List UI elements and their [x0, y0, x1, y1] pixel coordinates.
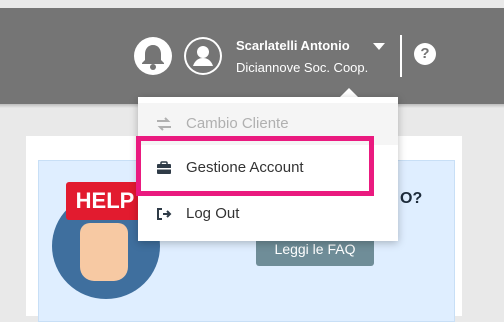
user-avatar-icon[interactable] [184, 37, 222, 75]
user-company[interactable]: Diciannove Soc. Coop. [236, 60, 368, 75]
pointing-hand-illustration [80, 223, 128, 281]
help-sign: HELP [66, 182, 144, 220]
chevron-down-icon[interactable] [373, 43, 385, 50]
menu-item-log-out[interactable]: Log Out [138, 193, 398, 235]
sign-out-icon [157, 208, 172, 220]
help-icon[interactable]: ? [414, 43, 436, 65]
header-divider [400, 35, 402, 77]
faq-title-fragment: O? [400, 190, 423, 207]
bell-icon[interactable] [134, 37, 172, 75]
swap-arrows-icon [157, 117, 171, 131]
user-name[interactable]: Scarlatelli Antonio [236, 38, 350, 53]
menu-item-label: Cambio Cliente [186, 115, 289, 132]
menu-item-label: Log Out [186, 205, 240, 222]
highlight-box [136, 136, 374, 196]
